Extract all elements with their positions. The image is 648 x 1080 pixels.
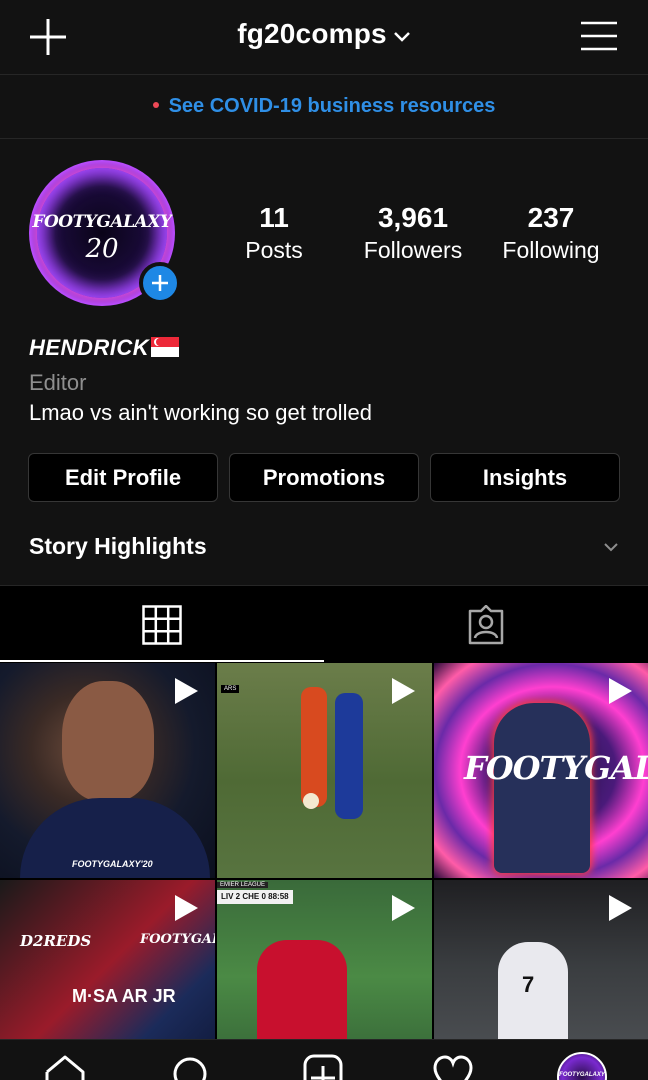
player-figure: [335, 693, 363, 819]
banner-link-text[interactable]: See COVID-19 business resources: [169, 95, 496, 117]
followers-count: 3,961: [377, 202, 449, 233]
promotions-button[interactable]: Promotions: [229, 453, 419, 502]
covid-resources-banner[interactable]: See COVID-19 business resources: [0, 75, 648, 139]
avatar-mini-logo: FOOTYGALAXY: [559, 1072, 605, 1078]
avatar-logo-number: 20: [85, 234, 119, 264]
posts-grid: FOOTYGALAXY'20 ARS FOOTYGALAXY D2REDS FO…: [0, 663, 648, 1080]
bottom-nav: FOOTYGALAXY: [0, 1039, 648, 1080]
followers-label: Followers: [363, 237, 463, 263]
display-name-text: HENDRICK: [29, 335, 150, 360]
profile-bio: Lmao vs ain't working so get trolled: [29, 400, 372, 425]
video-play-icon: [175, 895, 198, 921]
chevron-down-icon[interactable]: [602, 538, 620, 556]
plus-icon: [152, 275, 168, 291]
video-play-icon: [609, 678, 632, 704]
post-jersey-text: M·SA AR JR: [72, 986, 176, 1006]
story-highlights-toggle[interactable]: Story Highlights: [29, 533, 207, 560]
post-thumbnail[interactable]: FOOTYGALAXY'20: [0, 663, 215, 878]
posts-label: Posts: [245, 237, 303, 263]
profile-header: FOOTYGALAXY 20 11 Posts 3,961 Followers …: [0, 139, 648, 585]
video-play-icon: [392, 678, 415, 704]
player-face: [62, 681, 154, 801]
tab-tagged[interactable]: [324, 586, 648, 662]
player-figure: [494, 703, 590, 873]
profile-category: Editor: [29, 370, 87, 395]
post-watermark-left: D2REDS: [20, 932, 92, 950]
following-stat[interactable]: 237 Following: [492, 201, 610, 265]
following-label: Following: [502, 237, 600, 263]
post-watermark: FOOTYGALAXY'20: [72, 859, 153, 869]
video-play-icon: [392, 895, 415, 921]
home-icon[interactable]: [44, 1054, 86, 1080]
league-label: EMIER LEAGUE: [217, 882, 269, 888]
grid-icon: [142, 605, 182, 645]
post-watermark-right: FOOTYGALAXY: [140, 932, 215, 947]
following-count: 237: [527, 202, 575, 233]
tab-posts-grid[interactable]: [0, 586, 324, 662]
scoreboard: LIV 2 CHE 0 88:58: [217, 890, 293, 904]
hamburger-menu-icon[interactable]: [580, 20, 618, 52]
heart-icon[interactable]: [432, 1054, 474, 1080]
post-thumbnail[interactable]: FOOTYGALAXY: [434, 663, 648, 878]
avatar-logo-text: FOOTYGALAXY: [32, 212, 172, 232]
post-watermark: FOOTYGALAXY: [464, 749, 648, 787]
profile-tabs: [0, 585, 648, 662]
posts-count: 11: [259, 202, 289, 233]
posts-stat[interactable]: 11 Posts: [234, 201, 314, 265]
player-figure: [301, 687, 327, 807]
edit-profile-button[interactable]: Edit Profile: [28, 453, 218, 502]
add-post-icon[interactable]: [303, 1054, 343, 1080]
insights-button[interactable]: Insights: [430, 453, 620, 502]
display-name: HENDRICK: [29, 335, 180, 361]
red-dot-icon: [152, 102, 159, 109]
account-switcher[interactable]: fg20comps: [0, 18, 648, 50]
post-thumbnail[interactable]: ARS: [217, 663, 432, 878]
football: [303, 793, 319, 809]
team-tag: ARS: [221, 685, 240, 693]
profile-tab-avatar[interactable]: FOOTYGALAXY: [557, 1052, 607, 1080]
video-play-icon: [175, 678, 198, 704]
tagged-person-icon: [468, 605, 504, 645]
chevron-down-icon: [393, 31, 410, 42]
video-play-icon: [609, 895, 632, 921]
add-story-button[interactable]: [139, 262, 181, 304]
top-bar: fg20comps: [0, 0, 648, 75]
singapore-flag-icon: [151, 337, 180, 358]
username-title: fg20comps: [237, 18, 387, 49]
jersey-number: 7: [522, 972, 535, 997]
followers-stat[interactable]: 3,961 Followers: [352, 201, 474, 265]
search-icon[interactable]: [172, 1054, 212, 1080]
